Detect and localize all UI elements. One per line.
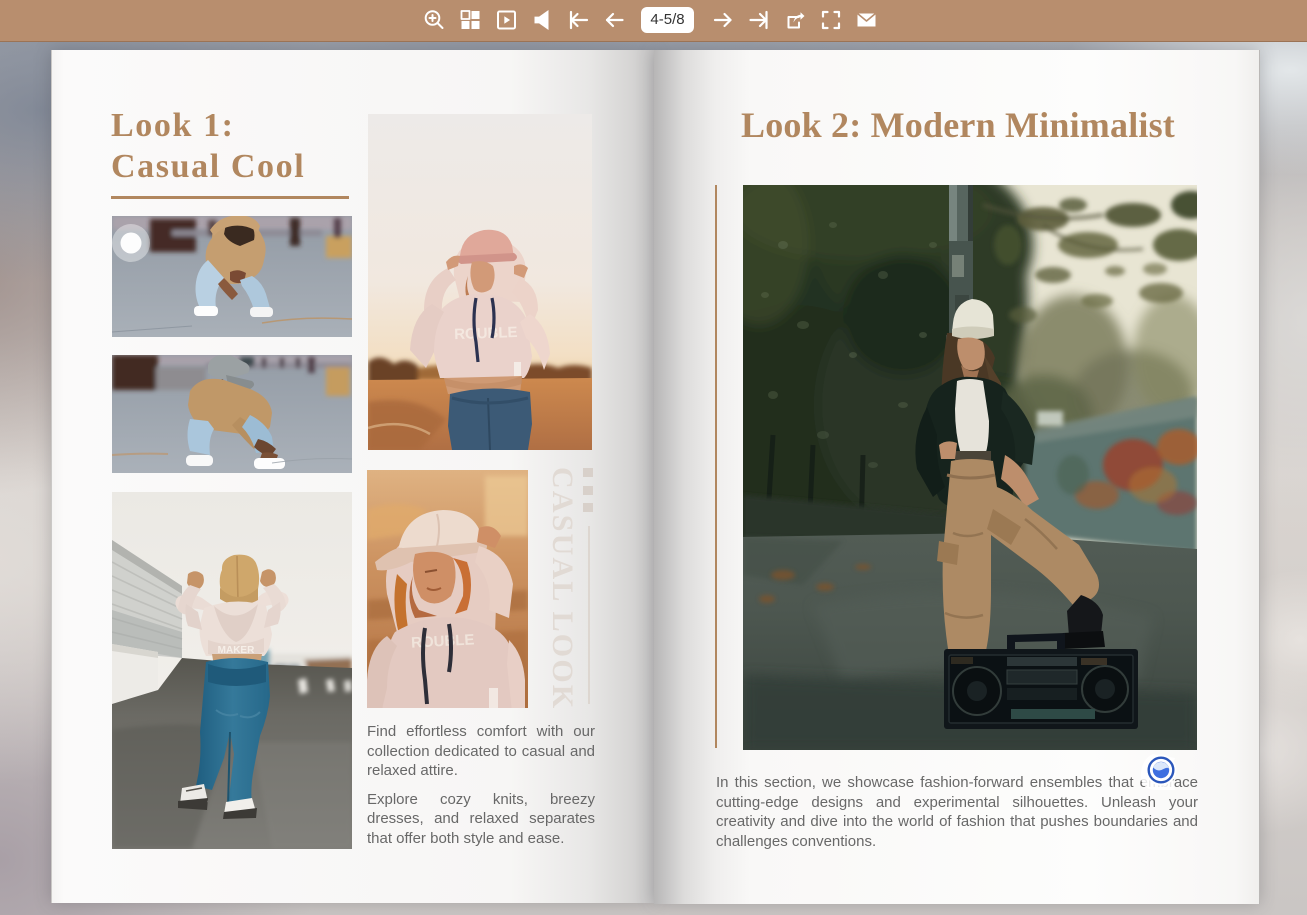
svg-text:ROUBLE: ROUBLE	[411, 631, 475, 651]
svg-text:ROUBLE: ROUBLE	[454, 324, 518, 343]
